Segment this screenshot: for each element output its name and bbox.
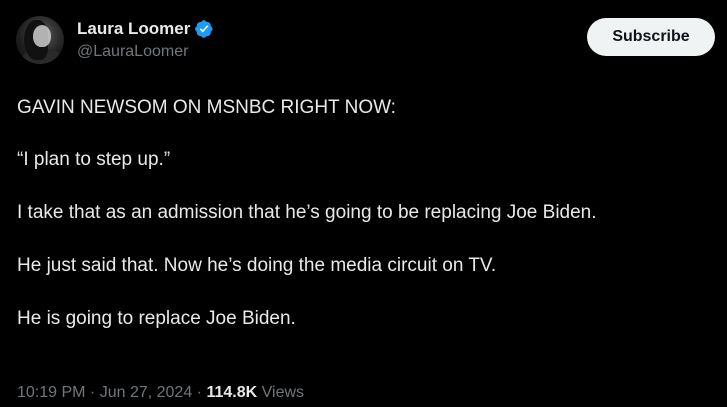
meta-separator: · xyxy=(192,384,207,401)
views-label: Views xyxy=(261,384,305,401)
tweet-header: Laura Loomer @LauraLoomer Subscribe xyxy=(16,14,727,64)
tweet-date[interactable]: Jun 27, 2024 xyxy=(100,384,193,401)
verified-badge-icon xyxy=(195,20,213,38)
display-name[interactable]: Laura Loomer xyxy=(77,19,190,39)
tweet-paragraph: He just said that. Now he’s doing the me… xyxy=(17,255,497,276)
name-row: Laura Loomer xyxy=(77,19,214,39)
avatar[interactable] xyxy=(16,16,64,64)
tweet-meta: 10:19 PM · Jun 27, 2024 · 114.8K Views xyxy=(17,384,304,402)
meta-separator: · xyxy=(85,384,100,401)
tweet-paragraph: He is going to replace Joe Biden. xyxy=(17,308,296,329)
author-block: Laura Loomer @LauraLoomer xyxy=(77,19,214,61)
avatar-face xyxy=(33,25,51,47)
subscribe-button[interactable]: Subscribe xyxy=(587,18,715,56)
author-handle[interactable]: @LauraLoomer xyxy=(77,43,214,61)
tweet-paragraph: GAVIN NEWSOM ON MSNBC RIGHT NOW: xyxy=(17,97,396,118)
tweet-paragraph: “I plan to step up.” xyxy=(17,149,171,170)
tweet-card: Laura Loomer @LauraLoomer Subscribe GAVI… xyxy=(0,0,727,407)
views-count: 114.8K xyxy=(206,384,258,401)
tweet-paragraph: I take that as an admission that he’s go… xyxy=(17,202,597,223)
tweet-text: GAVIN NEWSOM ON MSNBC RIGHT NOW: “I plan… xyxy=(17,96,707,360)
tweet-time[interactable]: 10:19 PM xyxy=(17,384,85,401)
